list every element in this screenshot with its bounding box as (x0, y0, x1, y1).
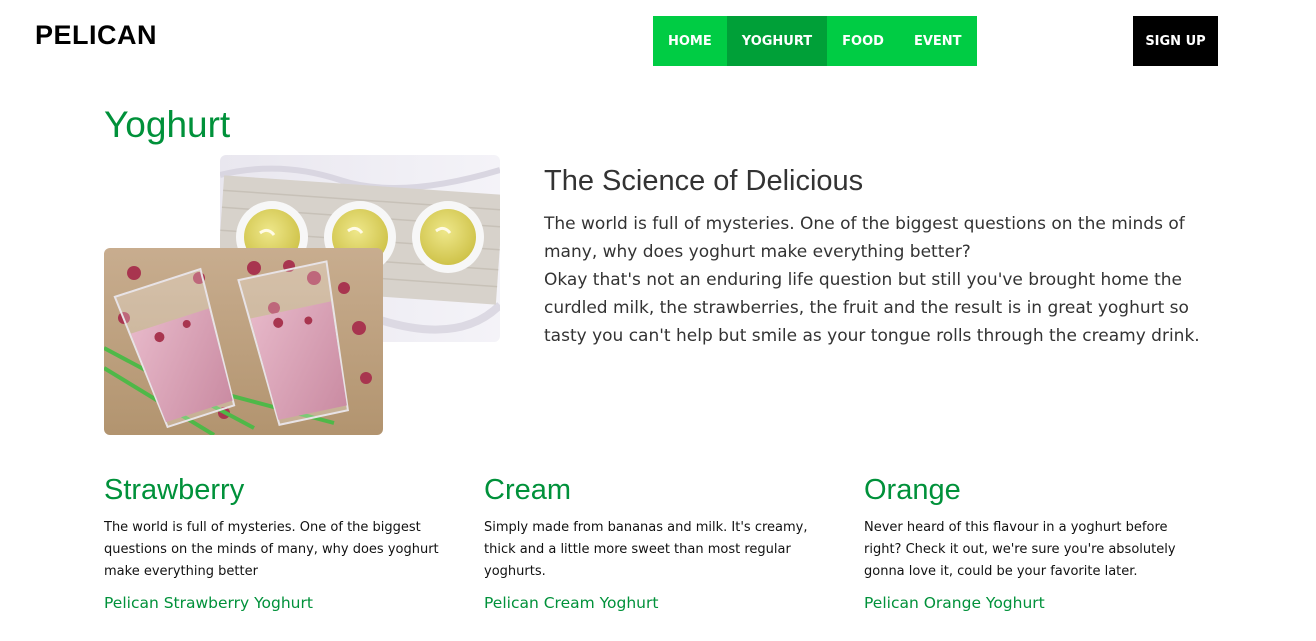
science-paragraph-2: Okay that's not an enduring life questio… (544, 270, 1200, 346)
nav-event[interactable]: EVENT (899, 16, 977, 66)
main-nav: HOME YOGHURT FOOD EVENT (653, 16, 977, 66)
flavour-description: Never heard of this flavour in a yoghurt… (864, 520, 1176, 579)
science-text: The world is full of mysteries. One of t… (544, 210, 1224, 350)
flavour-card-cream: Cream Simply made from bananas and milk.… (484, 474, 824, 612)
flavour-title: Strawberry (104, 474, 245, 506)
flavour-description: The world is full of mysteries. One of t… (104, 520, 439, 579)
flavour-title: Cream (484, 474, 572, 506)
nav-food[interactable]: FOOD (827, 16, 899, 66)
flavour-card-orange: Orange Never heard of this flavour in a … (864, 474, 1204, 612)
raspberry-smoothie-photo (104, 248, 383, 435)
nav-yoghurt[interactable]: YOGHURT (726, 16, 828, 66)
flavour-link[interactable]: Pelican Strawberry Yoghurt (104, 594, 444, 612)
flavour-card-strawberry: Strawberry The world is full of mysterie… (104, 474, 444, 612)
brand-logo[interactable]: PELICAN (35, 20, 157, 51)
flavour-link[interactable]: Pelican Cream Yoghurt (484, 594, 824, 612)
page-title: Yoghurt (104, 104, 231, 145)
nav-home[interactable]: HOME (653, 16, 727, 66)
flavour-title: Orange (864, 474, 961, 506)
flavour-description: Simply made from bananas and milk. It's … (484, 520, 808, 579)
science-heading: The Science of Delicious (544, 165, 864, 197)
signup-button[interactable]: SIGN UP (1133, 16, 1218, 66)
science-paragraph-1: The world is full of mysteries. One of t… (544, 214, 1185, 262)
flavour-link[interactable]: Pelican Orange Yoghurt (864, 594, 1204, 612)
